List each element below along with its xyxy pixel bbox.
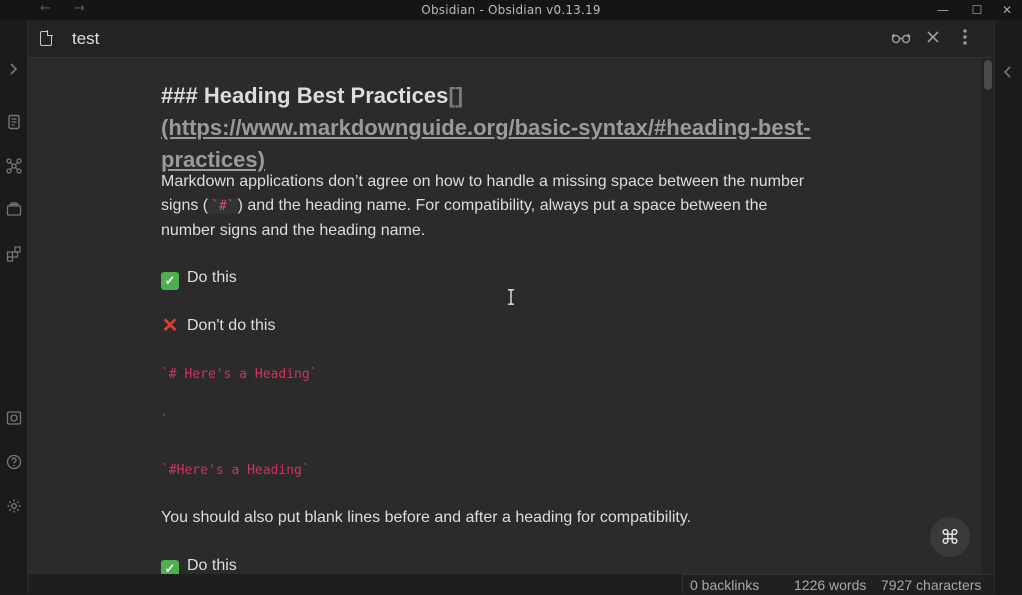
heading-brackets: [] xyxy=(448,83,464,108)
word-count: 1226 words xyxy=(794,577,867,593)
collapse-chevron-icon[interactable] xyxy=(4,62,24,82)
more-vertical-icon[interactable] xyxy=(954,29,976,49)
code-line-backtick: ` xyxy=(161,414,169,429)
canvas-blocks-icon[interactable] xyxy=(4,246,24,266)
inline-code-hash: `#` xyxy=(208,199,238,214)
command-palette-button[interactable]: ⌘ xyxy=(930,517,970,557)
character-count: 7927 characters xyxy=(881,577,982,593)
do-this-label: Do this xyxy=(187,557,237,574)
glasses-icon[interactable] xyxy=(890,29,912,49)
settings-icon[interactable] xyxy=(4,498,24,518)
editor-scrollbar[interactable] xyxy=(982,58,994,574)
vault-icon[interactable] xyxy=(4,410,24,430)
quick-switcher-icon[interactable] xyxy=(4,114,24,134)
dont-do-this-line: ✕ Don't do this xyxy=(161,314,811,338)
scrollbar-thumb[interactable] xyxy=(984,60,992,90)
title-bar: ← → Obsidian - Obsidian v0.13.19 — ☐ ✕ xyxy=(0,0,1022,20)
heading-link[interactable]: (https://www.markdownguide.org/basic-syn… xyxy=(161,115,810,172)
file-icon xyxy=(40,30,53,46)
templates-icon[interactable] xyxy=(4,202,24,222)
maximize-button[interactable]: ☐ xyxy=(966,0,988,20)
do-this-line-2: ✓ Do this xyxy=(161,554,811,574)
backlinks-count[interactable]: 0 backlinks xyxy=(690,575,759,595)
window-title: Obsidian - Obsidian v0.13.19 xyxy=(421,3,601,17)
right-sidebar-strip xyxy=(994,20,1022,594)
dont-do-this-label: Don't do this xyxy=(187,317,276,334)
do-this-label: Do this xyxy=(187,269,237,286)
help-icon[interactable] xyxy=(4,454,24,474)
check-mark-icon: ✓ xyxy=(161,272,179,290)
collapse-left-chevron-icon[interactable] xyxy=(1001,64,1013,83)
status-bar: 0 backlinks 1226 words 7927 characters xyxy=(682,574,994,594)
heading-text: ### Heading Best Practices xyxy=(161,83,449,108)
paragraph-text-cont: ) and the heading name. For compatibilit… xyxy=(161,197,768,239)
check-mark-icon: ✓ xyxy=(161,560,179,574)
paragraph-spacing-rule: Markdown applications don’t agree on how… xyxy=(161,170,811,243)
code-line-heading-nospace: `#Here's a Heading` xyxy=(161,463,310,478)
left-ribbon xyxy=(0,20,28,594)
graph-view-icon[interactable] xyxy=(4,158,24,178)
note-title[interactable]: test xyxy=(72,29,99,49)
close-icon[interactable] xyxy=(922,29,944,49)
minimize-button[interactable]: — xyxy=(932,0,954,20)
code-line-heading-space: `# Here's a Heading` xyxy=(161,367,318,382)
cross-mark-icon: ✕ xyxy=(161,315,179,337)
paragraph-blank-lines: You should also put blank lines before a… xyxy=(161,509,692,526)
text-cursor-icon xyxy=(508,289,514,305)
editor-pane[interactable]: ### Heading Best Practices[] (https://www… xyxy=(28,58,994,574)
tab-header: test xyxy=(28,20,994,58)
close-window-button[interactable]: ✕ xyxy=(996,0,1018,20)
do-this-line: ✓ Do this xyxy=(161,266,811,290)
heading-line: ### Heading Best Practices[] (https://www… xyxy=(161,80,841,176)
